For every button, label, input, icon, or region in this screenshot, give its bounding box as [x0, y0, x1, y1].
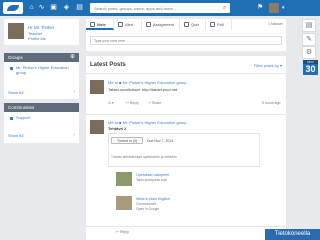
communities-panel: Communities Support Show All › — [4, 103, 79, 143]
planner-icon[interactable]: ▣ — [49, 4, 58, 12]
groups-show-all[interactable]: Show All — [8, 90, 23, 95]
post-item: Me to ■ Mr. Pinker's Higher Education gr… — [86, 76, 286, 114]
progress-icon[interactable]: ▤ — [75, 4, 84, 12]
communities-title: Communities — [8, 105, 35, 110]
groups-title: Groups — [8, 55, 23, 60]
reply-label: Reply — [129, 101, 139, 105]
logo-leaf-icon — [7, 5, 19, 11]
community-icon — [10, 117, 13, 120]
share-label: Share — [151, 101, 162, 105]
poll-icon — [210, 22, 215, 27]
chevron-right-icon[interactable]: › — [73, 132, 75, 138]
divider — [86, 226, 286, 227]
notifications-icon[interactable]: ⚑ — [257, 3, 263, 11]
attachment-link[interactable]: Open in Google — [136, 207, 159, 211]
reply-button[interactable]: ↩ Reply — [126, 101, 139, 105]
calendar-day: 30 — [305, 64, 316, 74]
tab-label: Note — [97, 22, 106, 27]
attachment-item[interactable]: Wikis in plain English Commoncraft Open … — [116, 196, 256, 218]
groups-panel: Groups ⊕ Mr. Pinker's Higher Education g… — [4, 53, 79, 99]
follower-count[interactable]: 1 follower — [268, 22, 283, 26]
attachment-subtitle: Tablo.wordpress.com — [136, 178, 168, 182]
group-label: Mr. Pinker's Higher Education group — [16, 65, 69, 75]
due-date: Due Nov 7, 2014 — [147, 139, 174, 143]
settings-icon[interactable]: ⚙ — [302, 46, 316, 59]
attachment-thumbnail — [116, 172, 132, 186]
post-header[interactable]: Me to ■ Mr. Pinker's Higher Education gr… — [108, 80, 187, 85]
community-label: Support — [16, 115, 31, 120]
note-icon — [90, 22, 95, 27]
attachment-title[interactable]: Opetuksen taitoperiri — [136, 173, 169, 177]
profile-card: Hr Mr. Pinker Teacher Profile Ms — [4, 19, 79, 45]
watermark: Tietokoneella — [265, 229, 320, 240]
tab-note[interactable]: Note — [86, 19, 114, 30]
profile-link[interactable]: Profile Ms — [28, 36, 46, 41]
post-composer: Note Alert Assignment Quiz Poll 1 follow… — [86, 19, 286, 51]
attachment-title[interactable]: Wikis in plain English — [136, 197, 170, 201]
attachment-subtitle: Commoncraft — [136, 202, 156, 206]
groups-header: Groups ⊕ — [4, 53, 79, 62]
tab-poll[interactable]: Poll — [206, 19, 232, 30]
add-group-icon[interactable]: ⊕ — [70, 53, 75, 62]
reply-button[interactable]: ↩ Reply — [116, 230, 129, 234]
assignment-instructions: Tutustu tietotekniikan opetukseen ja säh… — [111, 155, 177, 159]
chevron-right-icon[interactable]: › — [73, 89, 75, 95]
profile-name[interactable]: Hr Mr. Pinker — [28, 25, 54, 30]
note-input[interactable] — [90, 36, 282, 45]
post-avatar[interactable] — [90, 80, 104, 94]
home-icon[interactable]: ⌂ — [27, 4, 36, 12]
tab-label: Quiz — [191, 22, 200, 27]
backpack-icon[interactable]: ▤ — [302, 19, 316, 32]
turned-in-button[interactable]: Turned In (0) — [111, 137, 143, 144]
search-icon[interactable]: ⌕ — [223, 4, 230, 12]
search-input[interactable] — [90, 3, 230, 13]
edit-icon[interactable]: ✎ — [302, 33, 316, 46]
edmodo-logo[interactable] — [3, 2, 23, 14]
reply-label: Reply — [119, 230, 129, 234]
post-avatar[interactable] — [90, 120, 104, 134]
calendar-widget[interactable]: NOV 30 — [303, 60, 318, 75]
post-body[interactable]: Tablet-sovellukset: http://tablet.pool.n… — [108, 87, 177, 92]
tab-label: Alert — [125, 22, 134, 27]
quiz-icon — [184, 22, 189, 27]
assignment-title[interactable]: Tehtävä 2 — [108, 126, 126, 131]
user-avatar[interactable] — [269, 3, 279, 13]
tab-label: Poll — [217, 22, 224, 27]
share-button[interactable]: ↗ Share — [148, 101, 161, 105]
latest-posts-panel: Latest Posts Filter posts by ▾ Me to ■ M… — [86, 56, 286, 240]
profile-avatar[interactable] — [8, 23, 24, 39]
alert-icon — [118, 22, 123, 27]
group-icon — [10, 67, 13, 70]
attachment-item[interactable]: Opetuksen taitoperiri Tablo.wordpress.co… — [116, 172, 256, 194]
chevron-down-icon[interactable]: ▾ — [282, 5, 285, 11]
activity-icon[interactable]: ∿ — [37, 4, 46, 12]
divider — [86, 114, 286, 115]
tab-assignment[interactable]: Assignment — [142, 19, 180, 30]
post-header[interactable]: Me to ■ Mr. Pinker's Higher Education gr… — [108, 120, 187, 125]
tab-quiz[interactable]: Quiz — [180, 19, 206, 30]
filter-posts-dropdown[interactable]: Filter posts by ▾ — [254, 63, 282, 68]
attachment-thumbnail — [116, 196, 132, 210]
communities-show-all[interactable]: Show All — [8, 133, 23, 138]
communities-header: Communities — [4, 103, 79, 112]
library-icon[interactable]: ◈ — [62, 4, 71, 12]
top-navigation-bar: ⌂ ∿ ▣ ◈ ▤ ⌕ ⚑ ▾ — [0, 0, 320, 16]
divider — [86, 73, 286, 74]
more-options-icon[interactable]: ⊙ ▾ — [108, 101, 114, 105]
tab-alert[interactable]: Alert — [114, 19, 142, 30]
feed-title: Latest Posts — [90, 62, 126, 68]
assignment-icon — [146, 22, 151, 27]
post-timestamp: 5 hours ago — [262, 101, 281, 105]
tab-label: Assignment — [153, 22, 174, 27]
